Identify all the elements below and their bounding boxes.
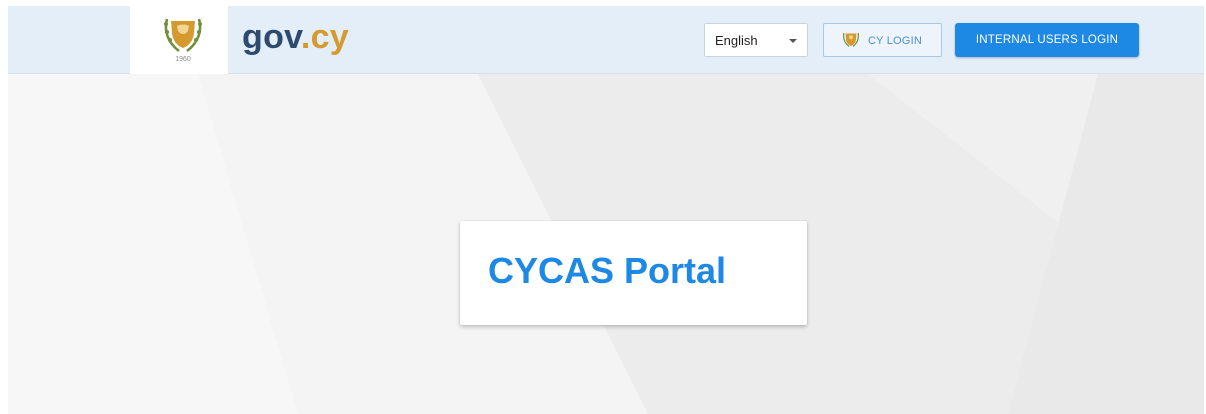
cy-login-label: CY LOGIN — [868, 35, 922, 47]
svg-text:1960: 1960 — [175, 56, 191, 63]
cyprus-coat-of-arms-icon[interactable]: 1960 — [161, 14, 205, 66]
cy-login-button[interactable]: CY LOGIN — [823, 23, 942, 57]
page-title: CYCAS Portal — [488, 250, 727, 291]
gov-cy-logo[interactable]: gov.cy — [242, 19, 349, 55]
internal-users-login-button[interactable]: INTERNAL USERS LOGIN — [955, 23, 1139, 57]
portal-title-card: CYCAS Portal — [460, 221, 807, 325]
language-select[interactable]: English — [704, 23, 808, 57]
brand-suffix: .cy — [300, 18, 349, 56]
language-select-value: English — [715, 33, 758, 48]
cyprus-emblem-icon — [843, 32, 859, 47]
brand-prefix: gov — [242, 18, 301, 56]
page: 1960 gov.cy English CY LOGIN INTERNAL US… — [8, 6, 1204, 414]
chevron-down-icon — [789, 39, 797, 43]
